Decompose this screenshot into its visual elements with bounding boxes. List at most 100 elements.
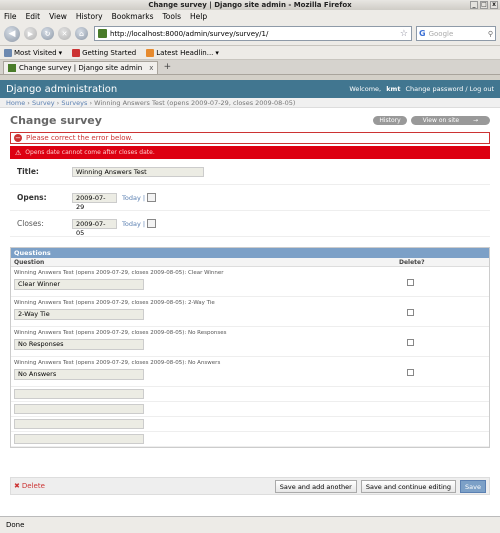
django-header: Django administration Welcome, kmt Chang… bbox=[0, 80, 500, 98]
forward-button[interactable]: ▶ bbox=[24, 27, 37, 40]
menu-edit[interactable]: Edit bbox=[26, 12, 41, 21]
search-box[interactable]: G Google ⚲ bbox=[416, 26, 496, 41]
stop-button[interactable]: ✕ bbox=[58, 27, 71, 40]
home-button[interactable]: ⌂ bbox=[75, 27, 88, 40]
question-row: Winning Answers Test (opens 2009-07-29, … bbox=[11, 297, 489, 327]
question-original: Winning Answers Test (opens 2009-07-29, … bbox=[14, 360, 221, 366]
menu-bookmarks[interactable]: Bookmarks bbox=[112, 12, 154, 21]
delete-label: Delete bbox=[21, 482, 45, 490]
save-button[interactable]: Save bbox=[460, 479, 486, 493]
tab-change-survey[interactable]: Change survey | Django site admin x bbox=[3, 61, 159, 74]
delete-checkbox[interactable] bbox=[407, 339, 414, 346]
form-row-closes: Closes: 2009-07-05 Today | bbox=[10, 211, 490, 237]
column-delete: Delete? bbox=[399, 259, 425, 266]
bookmark-most-visited[interactable]: Most Visited ▾ bbox=[4, 48, 62, 57]
title-field[interactable]: Winning Answers Test bbox=[72, 166, 204, 177]
question-row: Winning Answers Test (opens 2009-07-29, … bbox=[11, 327, 489, 357]
user-tools-separator: / bbox=[465, 85, 468, 93]
history-button[interactable]: History bbox=[373, 116, 407, 125]
questions-header: Question Delete? bbox=[11, 258, 489, 267]
rss-icon bbox=[146, 48, 155, 57]
window-controls: _ □ x bbox=[470, 1, 498, 9]
question-field[interactable]: No Responses bbox=[14, 339, 144, 350]
getting-started-icon bbox=[72, 48, 81, 57]
delete-link[interactable]: ✖ Delete bbox=[14, 482, 45, 490]
django-favicon-icon bbox=[8, 64, 16, 72]
change-password-link[interactable]: Change password bbox=[406, 85, 464, 93]
opens-date-field[interactable]: 2009-07-29 bbox=[72, 192, 117, 211]
most-visited-icon bbox=[4, 48, 12, 57]
google-search-engine-icon[interactable]: G bbox=[419, 29, 426, 38]
closes-today-link[interactable]: Today bbox=[122, 220, 141, 228]
save-and-add-another-button[interactable]: Save and add another bbox=[274, 479, 357, 493]
delete-checkbox[interactable] bbox=[407, 369, 414, 376]
title-label: Title: bbox=[17, 167, 39, 176]
warning-icon: ⚠ bbox=[15, 148, 22, 157]
question-field[interactable]: No Answers bbox=[14, 369, 144, 380]
menu-view[interactable]: View bbox=[49, 12, 67, 21]
bookmark-star-icon[interactable]: ☆ bbox=[400, 29, 408, 39]
bookmark-latest-headlines[interactable]: Latest Headlin... ▾ bbox=[146, 48, 219, 57]
page-title: Change survey bbox=[10, 114, 102, 127]
dropdown-arrow-icon: ▾ bbox=[215, 48, 219, 57]
object-tools: History View on site → bbox=[373, 116, 490, 125]
bookmark-label: Most Visited bbox=[14, 48, 57, 57]
menu-help[interactable]: Help bbox=[190, 12, 207, 21]
navigation-toolbar: ◀ ▶ ↻ ✕ ⌂ http://localhost:8000/admin/su… bbox=[0, 22, 500, 46]
menu-history[interactable]: History bbox=[76, 12, 103, 21]
closes-shortcuts: Today | bbox=[122, 219, 157, 228]
empty-question-row bbox=[11, 402, 489, 417]
calendar-icon[interactable] bbox=[147, 219, 157, 228]
reload-button[interactable]: ↻ bbox=[41, 27, 54, 40]
error-note: − Please correct the error below. bbox=[10, 132, 490, 144]
status-bar: Done bbox=[0, 516, 500, 533]
breadcrumb-home[interactable]: Home bbox=[6, 99, 25, 107]
search-icon[interactable]: ⚲ bbox=[488, 30, 493, 38]
delete-checkbox[interactable] bbox=[407, 279, 414, 286]
maximize-button[interactable]: □ bbox=[480, 1, 488, 9]
new-tab-button[interactable]: + bbox=[160, 61, 174, 74]
empty-question-field[interactable] bbox=[14, 419, 144, 429]
back-button[interactable]: ◀ bbox=[4, 25, 20, 42]
question-original: Winning Answers Test (opens 2009-07-29, … bbox=[14, 330, 227, 336]
error-icon: − bbox=[14, 134, 22, 142]
user-tools: Welcome, kmt Change password / Log out bbox=[349, 85, 494, 93]
minimize-button[interactable]: _ bbox=[470, 1, 478, 9]
bookmark-label: Getting Started bbox=[82, 48, 137, 57]
welcome-text: Welcome, bbox=[349, 85, 382, 93]
empty-question-field[interactable] bbox=[14, 404, 144, 414]
empty-question-field[interactable] bbox=[14, 389, 144, 399]
closes-date-field[interactable]: 2009-07-05 bbox=[72, 218, 117, 237]
delete-checkbox[interactable] bbox=[407, 309, 414, 316]
question-field[interactable]: Clear Winner bbox=[14, 279, 144, 290]
close-tab-icon[interactable]: x bbox=[149, 64, 153, 72]
breadcrumb-app[interactable]: Survey bbox=[32, 99, 55, 107]
search-placeholder[interactable]: Google bbox=[429, 30, 454, 38]
bookmarks-toolbar: Most Visited ▾ Getting Started Latest He… bbox=[0, 46, 500, 60]
error-list: ⚠ Opens date cannot come after closes da… bbox=[10, 146, 490, 159]
username: kmt bbox=[386, 85, 401, 93]
logout-link[interactable]: Log out bbox=[470, 85, 494, 93]
breadcrumb-current: Winning Answers Test (opens 2009-07-29, … bbox=[94, 99, 296, 107]
form-row-title: Title: Winning Answers Test bbox=[10, 159, 490, 185]
url-bar[interactable]: http://localhost:8000/admin/survey/surve… bbox=[94, 26, 412, 41]
save-and-continue-button[interactable]: Save and continue editing bbox=[360, 479, 457, 493]
title-row: Change survey History View on site → bbox=[0, 108, 500, 129]
menu-tools[interactable]: Tools bbox=[163, 12, 181, 21]
calendar-icon[interactable] bbox=[147, 193, 157, 202]
breadcrumb: Home › Survey › Surveys › Winning Answer… bbox=[0, 98, 500, 108]
empty-question-field[interactable] bbox=[14, 434, 144, 444]
site-branding[interactable]: Django administration bbox=[6, 84, 117, 95]
stop-icon: ✕ bbox=[61, 29, 68, 38]
opens-today-link[interactable]: Today bbox=[122, 194, 141, 202]
bookmark-getting-started[interactable]: Getting Started bbox=[72, 48, 137, 57]
forward-arrow-icon: ▶ bbox=[27, 29, 34, 38]
close-window-button[interactable]: x bbox=[490, 1, 498, 9]
breadcrumb-model[interactable]: Surveys bbox=[61, 99, 87, 107]
question-field[interactable]: 2-Way Tie bbox=[14, 309, 144, 320]
breadcrumb-separator: › bbox=[56, 99, 60, 107]
menu-file[interactable]: File bbox=[4, 12, 17, 21]
url-text[interactable]: http://localhost:8000/admin/survey/surve… bbox=[110, 30, 397, 38]
tab-strip: Change survey | Django site admin x + bbox=[0, 60, 500, 75]
view-on-site-button[interactable]: View on site → bbox=[410, 116, 490, 125]
